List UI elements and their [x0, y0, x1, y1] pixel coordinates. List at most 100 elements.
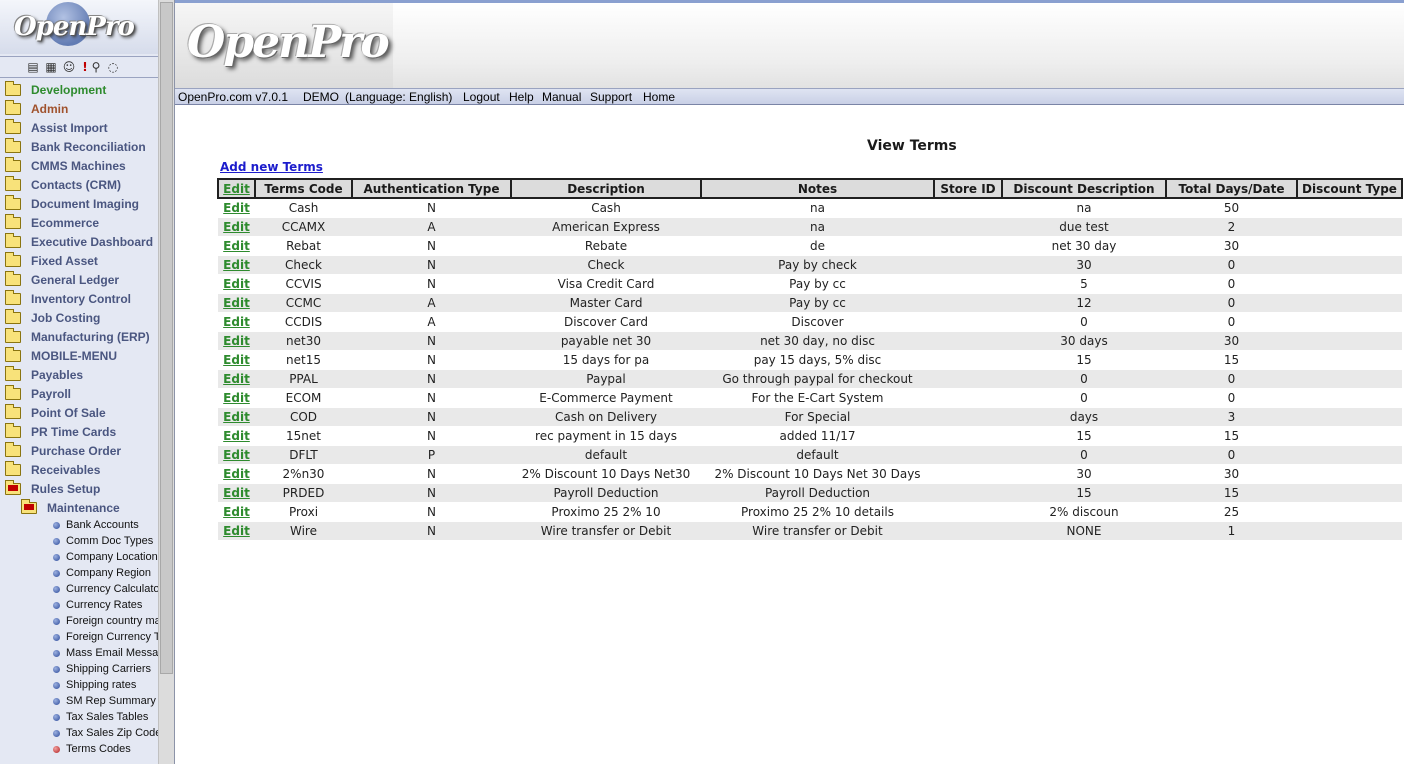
table-row: Edit Proxi N Proximo 25 2% 10 Proximo 25 2% … — [218, 502, 1402, 522]
scrollbar-thumb[interactable] — [160, 2, 173, 674]
table-cell: N — [352, 350, 511, 370]
table-cell: 15 — [1166, 350, 1297, 370]
table-row: Edit Rebat N Rebate de net 30 day 30 — [218, 236, 1402, 256]
edit-cell: Edit — [218, 198, 255, 218]
edit-link[interactable]: Edit — [223, 448, 250, 462]
sidebar-item-label: Job Costing — [31, 311, 101, 325]
table-row: Edit CCVIS N Visa Credit Card Pay by cc 5 0 — [218, 274, 1402, 294]
sidebar-leaf-foreign-country-ma[interactable]: Foreign country ma — [0, 614, 161, 630]
edit-link[interactable]: Edit — [223, 315, 250, 329]
open-arrow-icon — [8, 485, 18, 491]
edit-link[interactable]: Edit — [223, 239, 250, 253]
language-label[interactable]: (Language: English) — [345, 90, 452, 104]
sidebar-leaf-currency-calculator[interactable]: Currency Calculator — [0, 582, 163, 598]
table-cell: N — [352, 198, 511, 218]
edit-cell: Edit — [218, 350, 255, 370]
edit-link[interactable]: Edit — [223, 201, 250, 215]
sidebar-leaf-bank-accounts[interactable]: Bank Accounts — [0, 518, 158, 534]
bullet-icon — [53, 730, 60, 737]
edit-link[interactable]: Edit — [223, 353, 250, 367]
sidebar-item-point-of-sale[interactable]: Point Of Sale — [0, 404, 158, 423]
sidebar-item-payables[interactable]: Payables — [0, 366, 158, 385]
sidebar-item-bank-reconciliation[interactable]: Bank Reconciliation — [0, 138, 158, 157]
sidebar-item-mobile-menu[interactable]: MOBILE-MENU — [0, 347, 158, 366]
edit-link[interactable]: Edit — [223, 296, 250, 310]
sidebar-item-cmms-machines[interactable]: CMMS Machines — [0, 157, 158, 176]
sidebar-item-contacts-crm[interactable]: Contacts (CRM) — [0, 176, 158, 195]
sidebar-leaf-shipping-rates[interactable]: Shipping rates — [0, 678, 158, 694]
calculator-icon[interactable]: ▦ — [44, 60, 58, 74]
logout-link[interactable]: Logout — [463, 90, 500, 104]
edit-link[interactable]: Edit — [223, 334, 250, 348]
sidebar-item-manufacturing-erp[interactable]: Manufacturing (ERP) — [0, 328, 158, 347]
sidebar-scrollbar[interactable] — [158, 0, 174, 764]
sidebar-item-rules-setup[interactable]: Rules Setup — [0, 480, 158, 499]
users-icon[interactable]: ☺ — [62, 60, 76, 74]
edit-link[interactable]: Edit — [223, 410, 250, 424]
sidebar-item-job-costing[interactable]: Job Costing — [0, 309, 158, 328]
sidebar-item-assist-import[interactable]: Assist Import — [0, 119, 158, 138]
home-link[interactable]: Home — [643, 90, 675, 104]
edit-cell: Edit — [218, 236, 255, 256]
sidebar-item-fixed-asset[interactable]: Fixed Asset — [0, 252, 158, 271]
sidebar-leaf-terms-codes[interactable]: Terms Codes — [0, 742, 158, 758]
edit-link[interactable]: Edit — [223, 277, 250, 291]
table-cell: Discover — [701, 312, 934, 332]
table-cell: 0 — [1002, 445, 1166, 465]
sidebar-leaf-tax-sales-tables[interactable]: Tax Sales Tables — [0, 710, 158, 726]
sidebar-leaf-tax-sales-zip-code[interactable]: Tax Sales Zip Code — [0, 726, 161, 742]
sidebar-item-purchase-order[interactable]: Purchase Order — [0, 442, 158, 461]
search-icon[interactable]: ⚲ — [89, 60, 103, 74]
sidebar-item-general-ledger[interactable]: General Ledger — [0, 271, 158, 290]
edit-link[interactable]: Edit — [223, 486, 250, 500]
sidebar-item-inventory-control[interactable]: Inventory Control — [0, 290, 158, 309]
edit-link[interactable]: Edit — [223, 258, 250, 272]
sidebar-item-document-imaging[interactable]: Document Imaging — [0, 195, 158, 214]
edit-cell: Edit — [218, 426, 255, 446]
help-link[interactable]: Help — [509, 90, 534, 104]
table-cell: N — [352, 426, 511, 446]
sidebar-item-receivables[interactable]: Receivables — [0, 461, 158, 480]
edit-link[interactable]: Edit — [223, 505, 250, 519]
sidebar-item-ecommerce[interactable]: Ecommerce — [0, 214, 158, 233]
table-cell: Wire transfer or Debit — [511, 521, 701, 541]
column-header-authentication-type: Authentication Type — [351, 178, 512, 199]
support-link[interactable]: Support — [590, 90, 632, 104]
sidebar-item-development[interactable]: Development — [0, 81, 158, 100]
sidebar-item-pr-time-cards[interactable]: PR Time Cards — [0, 423, 158, 442]
sidebar-item-maintenance[interactable]: Maintenance — [0, 499, 158, 518]
sidebar-item-label: MOBILE-MENU — [31, 349, 117, 363]
edit-link[interactable]: Edit — [223, 524, 250, 538]
sidebar-item-executive-dashboard[interactable]: Executive Dashboard — [0, 233, 158, 252]
sidebar-leaf-comm-doc-types[interactable]: Comm Doc Types — [0, 534, 158, 550]
printer-icon[interactable]: ▤ — [26, 60, 40, 74]
edit-link[interactable]: Edit — [223, 220, 250, 234]
table-row: Edit CCAMX A American Express na due test 2 — [218, 217, 1402, 237]
sidebar-leaf-sm-rep-summary-m[interactable]: SM Rep Summary M — [0, 694, 168, 710]
column-header-discount-description: Discount Description — [1001, 178, 1167, 199]
edit-link[interactable]: Edit — [223, 429, 250, 443]
table-cell — [934, 388, 1002, 408]
sidebar-leaf-company-region[interactable]: Company Region — [0, 566, 158, 582]
sidebar-logo[interactable]: OpenPro — [0, 0, 158, 54]
column-header-edit[interactable]: Edit — [217, 178, 256, 199]
edit-link[interactable]: Edit — [223, 391, 250, 405]
table-cell: Visa Credit Card — [511, 274, 701, 294]
sidebar-item-payroll[interactable]: Payroll — [0, 385, 158, 404]
sidebar-leaf-mass-email-messag[interactable]: Mass Email Messag — [0, 646, 164, 662]
manual-link[interactable]: Manual — [542, 90, 581, 104]
table-cell: A — [352, 312, 511, 332]
edit-link[interactable]: Edit — [223, 372, 250, 386]
sidebar-leaf-label: Shipping Carriers — [66, 663, 151, 675]
chat-icon[interactable]: ◌ — [106, 60, 120, 74]
table-cell: days — [1002, 407, 1166, 427]
sidebar-leaf-currency-rates[interactable]: Currency Rates — [0, 598, 158, 614]
sidebar-leaf-shipping-carriers[interactable]: Shipping Carriers — [0, 662, 158, 678]
edit-link[interactable]: Edit — [223, 467, 250, 481]
sidebar-leaf-foreign-currency-t[interactable]: Foreign Currency T — [0, 630, 161, 646]
sidebar-item-admin[interactable]: Admin — [0, 100, 158, 119]
table-cell: Pay by cc — [701, 274, 934, 294]
sidebar-leaf-company-locations[interactable]: Company Locations — [0, 550, 163, 566]
table-cell: 5 — [1002, 274, 1166, 294]
add-new-terms-link[interactable]: Add new Terms — [220, 160, 323, 174]
